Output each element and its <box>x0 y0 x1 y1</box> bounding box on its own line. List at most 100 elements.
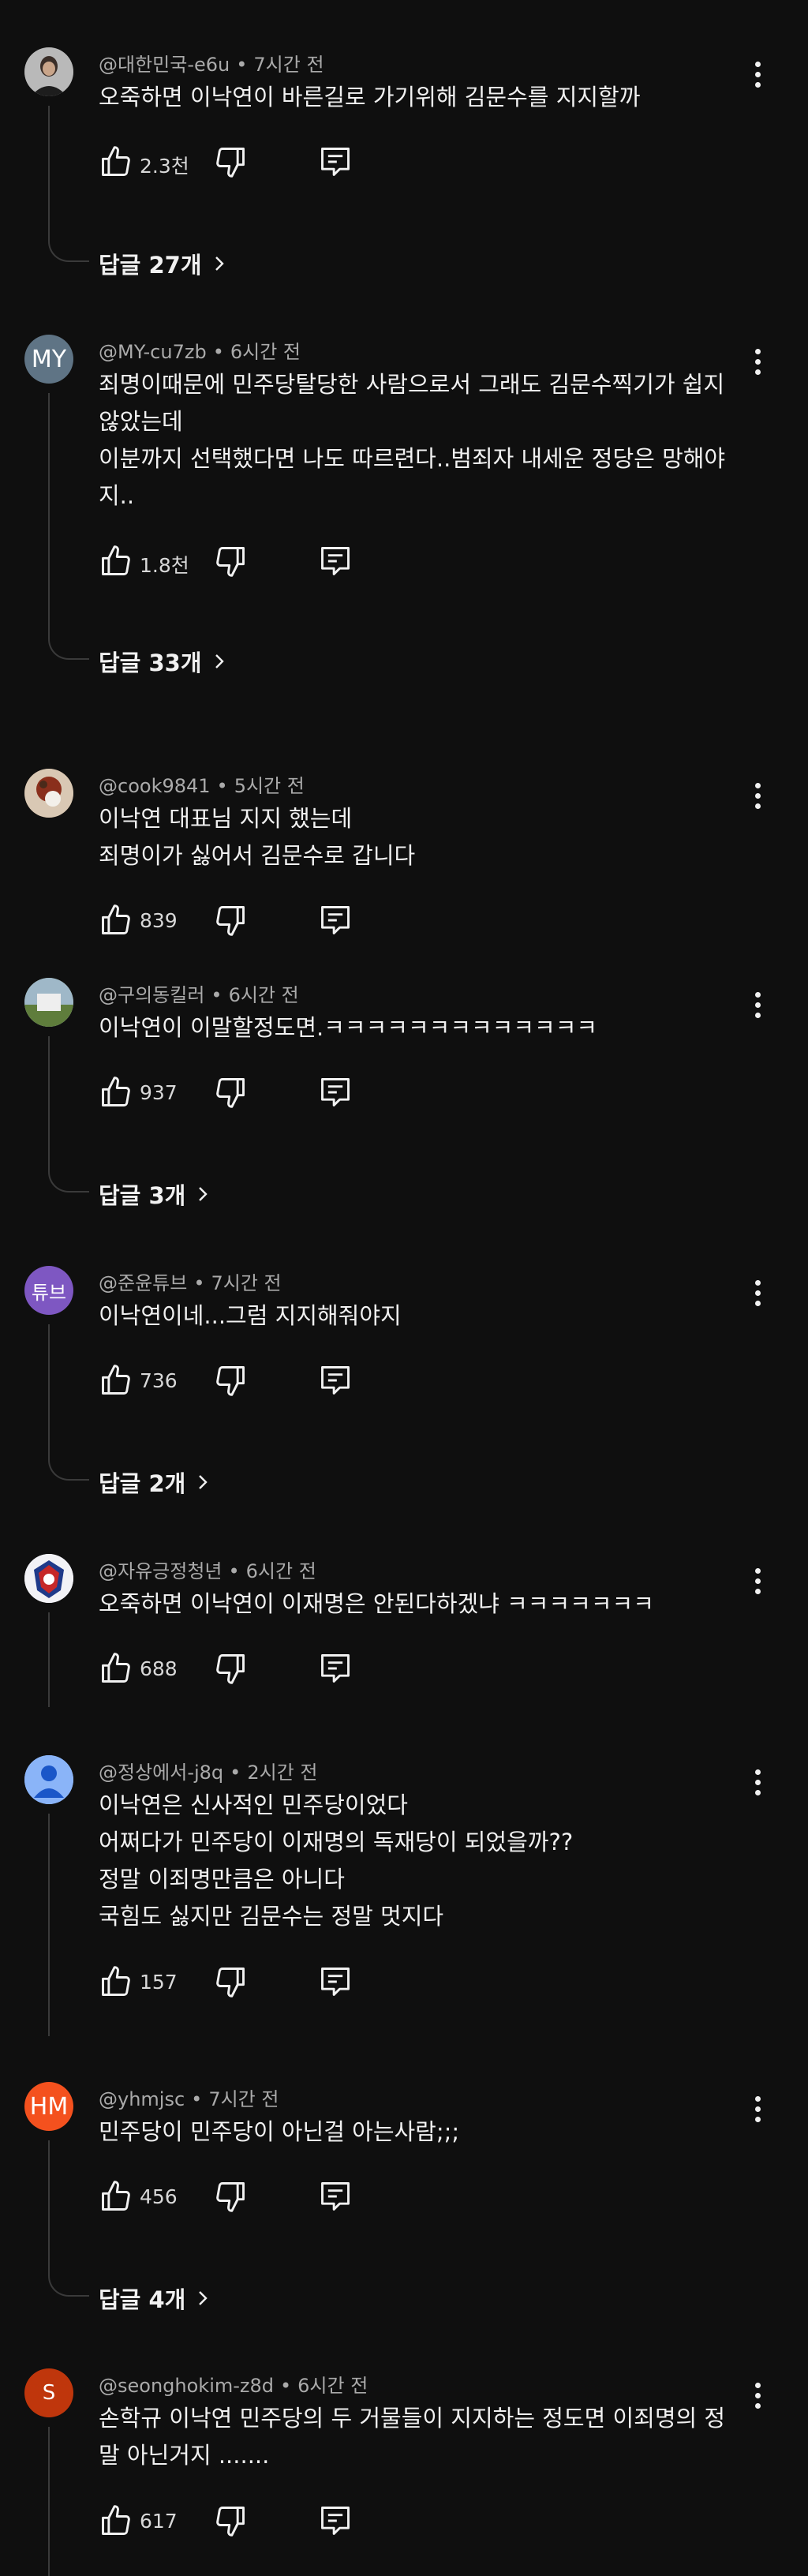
dislike-button[interactable] <box>213 1964 248 1999</box>
comment-actions: 1.8천 <box>99 544 414 583</box>
like-button[interactable] <box>99 2503 133 2538</box>
author-name[interactable]: @구의동킬러 <box>99 984 204 1006</box>
view-replies-button[interactable]: 답글 4개 <box>99 2282 209 2315</box>
author-name[interactable]: @준윤튜브 <box>99 1272 187 1294</box>
avatar[interactable]: 튜브 <box>24 1266 73 1315</box>
thread-line <box>48 2427 50 2576</box>
comment-text: 오죽하면 이낙연이 바른길로 가기위해 김문수를 지지할까 <box>99 79 746 116</box>
thread-line <box>48 1612 50 1707</box>
reply-button[interactable] <box>318 2503 353 2538</box>
comment-time[interactable]: 6시간 전 <box>297 2375 368 2397</box>
avatar[interactable] <box>24 978 73 1027</box>
like-button[interactable] <box>99 1964 133 1999</box>
comment-actions: 617 <box>99 2503 414 2543</box>
dislike-button[interactable] <box>213 2503 248 2538</box>
reply-button[interactable] <box>318 1651 353 1686</box>
more-actions-button[interactable] <box>745 1766 770 1798</box>
more-actions-button[interactable] <box>745 1277 770 1309</box>
dislike-button[interactable] <box>213 1651 248 1686</box>
comment-time[interactable]: 6시간 전 <box>246 1560 316 1582</box>
like-button[interactable] <box>99 2179 133 2214</box>
view-replies-button[interactable]: 답글 2개 <box>99 1466 209 1499</box>
avatar[interactable] <box>24 1755 73 1804</box>
like-count: 736 <box>140 1369 178 1392</box>
more-actions-button[interactable] <box>745 346 770 377</box>
thumbs-down-icon <box>216 906 245 936</box>
reply-icon <box>321 1654 350 1683</box>
author-name[interactable]: @대한민국-e6u <box>99 54 230 76</box>
reply-button[interactable] <box>318 2179 353 2214</box>
comment-line: 이낙연은 신사적인 민주당이었다 <box>99 1792 408 1818</box>
more-actions-button[interactable] <box>745 2379 770 2411</box>
avatar[interactable]: HM <box>24 2082 73 2131</box>
author-name[interactable]: @yhmjsc <box>99 2088 185 2110</box>
replies-count: 답글 4개 <box>99 2286 186 2313</box>
dislike-button[interactable] <box>213 544 248 578</box>
dislike-button[interactable] <box>213 903 248 938</box>
author-name[interactable]: @MY-cu7zb <box>99 341 207 363</box>
comment-line: 국힘도 싫지만 김문수는 정말 멋지다 <box>99 1903 444 1930</box>
like-count: 688 <box>140 1657 178 1680</box>
dislike-button[interactable] <box>213 1363 248 1398</box>
separator-dot: • <box>212 341 224 363</box>
thread-line <box>48 106 50 232</box>
comment-time[interactable]: 2시간 전 <box>247 1762 317 1784</box>
separator-dot: • <box>280 2375 292 2397</box>
separator-dot: • <box>236 54 248 76</box>
comment-time[interactable]: 6시간 전 <box>229 984 299 1006</box>
more-actions-button[interactable] <box>745 1565 770 1597</box>
comment-text: 민주당이 민주당이 아닌걸 아는사람;;; <box>99 2114 746 2151</box>
comment-time[interactable]: 5시간 전 <box>234 775 305 797</box>
comment-time[interactable]: 7시간 전 <box>211 1272 281 1294</box>
dislike-button[interactable] <box>213 144 248 179</box>
comment-meta: @seonghokim-z8d • 6시간 전 <box>99 2370 368 2398</box>
thumbs-down-icon <box>216 2182 245 2212</box>
comment-time[interactable]: 6시간 전 <box>230 341 301 363</box>
more-actions-button[interactable] <box>745 58 770 90</box>
separator-dot: • <box>216 775 228 797</box>
reply-button[interactable] <box>318 1075 353 1110</box>
reply-button[interactable] <box>318 144 353 179</box>
comment-line: 지.. <box>99 482 135 509</box>
author-name[interactable]: @seonghokim-z8d <box>99 2375 274 2397</box>
like-button[interactable] <box>99 1075 133 1110</box>
reply-button[interactable] <box>318 544 353 578</box>
more-actions-button[interactable] <box>745 780 770 811</box>
author-name[interactable]: @cook9841 <box>99 775 211 797</box>
like-count: 157 <box>140 1971 178 1994</box>
like-button[interactable] <box>99 544 133 578</box>
author-name[interactable]: @자유긍정청년 <box>99 1560 222 1582</box>
reply-button[interactable] <box>318 1363 353 1398</box>
comment-line: 오죽하면 이낙연이 이재명은 안된다하겠냐 ㅋㅋㅋㅋㅋㅋㅋ <box>99 1590 654 1617</box>
avatar[interactable] <box>24 47 73 96</box>
comment-time[interactable]: 7시간 전 <box>253 54 324 76</box>
author-name[interactable]: @정상에서-j8q <box>99 1762 223 1784</box>
reply-icon <box>321 547 350 575</box>
dislike-button[interactable] <box>213 2179 248 2214</box>
more-actions-button[interactable] <box>745 2093 770 2125</box>
like-button[interactable] <box>99 1651 133 1686</box>
chevron-right-icon <box>199 1475 208 1489</box>
like-count: 2.3천 <box>140 155 189 178</box>
avatar[interactable] <box>24 1554 73 1603</box>
comment-line: 오죽하면 이낙연이 바른길로 가기위해 김문수를 지지할까 <box>99 84 641 110</box>
reply-button[interactable] <box>318 1964 353 1999</box>
view-replies-button[interactable]: 답글 27개 <box>99 247 226 280</box>
view-replies-button[interactable]: 답글 33개 <box>99 645 226 678</box>
dislike-button[interactable] <box>213 1075 248 1110</box>
comment-actions: 839 <box>99 903 414 942</box>
like-button[interactable] <box>99 144 133 179</box>
thread-connector <box>48 1163 89 1193</box>
avatar[interactable]: S <box>24 2368 73 2417</box>
view-replies-button[interactable]: 답글 3개 <box>99 1178 209 1211</box>
avatar[interactable]: MY <box>24 335 73 384</box>
like-button[interactable] <box>99 1363 133 1398</box>
thread-connector <box>48 2267 89 2297</box>
reply-button[interactable] <box>318 903 353 938</box>
comment-line: 이분까지 선택했다면 나도 따르련다..범죄자 내세운 정당은 망해야 <box>99 445 726 472</box>
like-button[interactable] <box>99 903 133 938</box>
more-actions-button[interactable] <box>745 989 770 1020</box>
comment-time[interactable]: 7시간 전 <box>208 2088 279 2110</box>
thumbs-up-icon <box>102 2181 130 2211</box>
avatar[interactable] <box>24 769 73 818</box>
